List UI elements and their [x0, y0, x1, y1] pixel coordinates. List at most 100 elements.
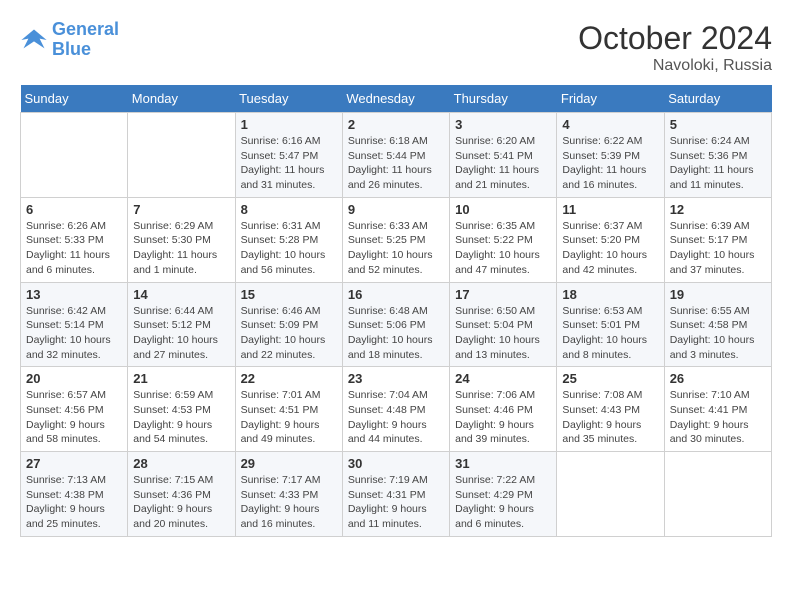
calendar-cell: 11Sunrise: 6:37 AM Sunset: 5:20 PM Dayli…: [557, 197, 664, 282]
day-info: Sunrise: 7:01 AM Sunset: 4:51 PM Dayligh…: [241, 388, 337, 447]
calendar-table: SundayMondayTuesdayWednesdayThursdayFrid…: [20, 85, 772, 537]
day-header-saturday: Saturday: [664, 85, 771, 113]
day-info: Sunrise: 6:50 AM Sunset: 5:04 PM Dayligh…: [455, 304, 551, 363]
day-info: Sunrise: 7:19 AM Sunset: 4:31 PM Dayligh…: [348, 473, 444, 532]
calendar-cell: 23 Sunrise: 7:04 AM Sunset: 4:48 PM Dayli…: [342, 367, 449, 452]
calendar-week-2: 6 Sunrise: 6:26 AM Sunset: 5:33 PM Daylig…: [21, 197, 772, 282]
day-number: 4: [562, 117, 658, 132]
day-number: 2: [348, 117, 444, 132]
logo-line1: General: [52, 19, 119, 39]
day-info: Sunrise: 6:44 AM Sunset: 5:12 PM Dayligh…: [133, 304, 229, 363]
day-number: 19: [670, 287, 766, 302]
logo-bird-icon: [20, 26, 48, 54]
day-header-wednesday: Wednesday: [342, 85, 449, 113]
day-info: Sunrise: 6:37 AM Sunset: 5:20 PM Dayligh…: [562, 219, 658, 278]
calendar-cell: 7Sunrise: 6:29 AM Sunset: 5:30 PM Daylig…: [128, 197, 235, 282]
day-number: 15: [241, 287, 337, 302]
calendar-cell: 28 Sunrise: 7:15 AM Sunset: 4:36 PM Dayli…: [128, 452, 235, 537]
title-block: October 2024 Navoloki, Russia: [578, 20, 772, 75]
day-info: Sunrise: 6:18 AM Sunset: 5:44 PM Dayligh…: [348, 134, 444, 193]
calendar-cell: 5Sunrise: 6:24 AM Sunset: 5:36 PM Daylig…: [664, 113, 771, 198]
day-number: 13: [26, 287, 122, 302]
day-number: 25: [562, 371, 658, 386]
day-number: 30: [348, 456, 444, 471]
location: Navoloki, Russia: [578, 57, 772, 75]
day-number: 5: [670, 117, 766, 132]
day-number: 31: [455, 456, 551, 471]
day-info: Sunrise: 6:48 AM Sunset: 5:06 PM Dayligh…: [348, 304, 444, 363]
logo: General Blue: [20, 20, 119, 60]
calendar-cell: [557, 452, 664, 537]
logo-line2: Blue: [52, 39, 91, 59]
day-number: 17: [455, 287, 551, 302]
calendar-cell: 12 Sunrise: 6:39 AM Sunset: 5:17 PM Dayli…: [664, 197, 771, 282]
day-info: Sunrise: 6:20 AM Sunset: 5:41 PM Dayligh…: [455, 134, 551, 193]
day-number: 20: [26, 371, 122, 386]
calendar-cell: 17 Sunrise: 6:50 AM Sunset: 5:04 PM Dayli…: [450, 282, 557, 367]
day-info: Sunrise: 6:35 AM Sunset: 5:22 PM Dayligh…: [455, 219, 551, 278]
day-info: Sunrise: 6:46 AM Sunset: 5:09 PM Dayligh…: [241, 304, 337, 363]
calendar-cell: 6 Sunrise: 6:26 AM Sunset: 5:33 PM Daylig…: [21, 197, 128, 282]
calendar-cell: 4 Sunrise: 6:22 AM Sunset: 5:39 PM Daylig…: [557, 113, 664, 198]
day-header-sunday: Sunday: [21, 85, 128, 113]
calendar-cell: 3Sunrise: 6:20 AM Sunset: 5:41 PM Daylig…: [450, 113, 557, 198]
day-number: 16: [348, 287, 444, 302]
day-number: 14: [133, 287, 229, 302]
calendar-cell: 2 Sunrise: 6:18 AM Sunset: 5:44 PM Daylig…: [342, 113, 449, 198]
day-number: 10: [455, 202, 551, 217]
day-info: Sunrise: 7:04 AM Sunset: 4:48 PM Dayligh…: [348, 388, 444, 447]
calendar-week-1: 1Sunrise: 6:16 AM Sunset: 5:47 PM Daylig…: [21, 113, 772, 198]
calendar-week-5: 27 Sunrise: 7:13 AM Sunset: 4:38 PM Dayli…: [21, 452, 772, 537]
calendar-cell: 26Sunrise: 7:10 AM Sunset: 4:41 PM Dayli…: [664, 367, 771, 452]
day-header-tuesday: Tuesday: [235, 85, 342, 113]
day-number: 6: [26, 202, 122, 217]
day-info: Sunrise: 6:26 AM Sunset: 5:33 PM Dayligh…: [26, 219, 122, 278]
logo-text: General Blue: [52, 20, 119, 60]
calendar-cell: 9Sunrise: 6:33 AM Sunset: 5:25 PM Daylig…: [342, 197, 449, 282]
month-title: October 2024: [578, 20, 772, 57]
day-number: 22: [241, 371, 337, 386]
calendar-cell: 13Sunrise: 6:42 AM Sunset: 5:14 PM Dayli…: [21, 282, 128, 367]
day-info: Sunrise: 7:15 AM Sunset: 4:36 PM Dayligh…: [133, 473, 229, 532]
day-number: 12: [670, 202, 766, 217]
calendar-cell: [128, 113, 235, 198]
calendar-cell: 27 Sunrise: 7:13 AM Sunset: 4:38 PM Dayli…: [21, 452, 128, 537]
calendar-cell: 1Sunrise: 6:16 AM Sunset: 5:47 PM Daylig…: [235, 113, 342, 198]
day-info: Sunrise: 7:06 AM Sunset: 4:46 PM Dayligh…: [455, 388, 551, 447]
day-header-thursday: Thursday: [450, 85, 557, 113]
day-info: Sunrise: 6:31 AM Sunset: 5:28 PM Dayligh…: [241, 219, 337, 278]
day-info: Sunrise: 6:53 AM Sunset: 5:01 PM Dayligh…: [562, 304, 658, 363]
day-info: Sunrise: 6:33 AM Sunset: 5:25 PM Dayligh…: [348, 219, 444, 278]
day-info: Sunrise: 7:13 AM Sunset: 4:38 PM Dayligh…: [26, 473, 122, 532]
calendar-cell: 16 Sunrise: 6:48 AM Sunset: 5:06 PM Dayli…: [342, 282, 449, 367]
calendar-cell: 30 Sunrise: 7:19 AM Sunset: 4:31 PM Dayli…: [342, 452, 449, 537]
day-number: 27: [26, 456, 122, 471]
day-number: 21: [133, 371, 229, 386]
calendar-week-4: 20 Sunrise: 6:57 AM Sunset: 4:56 PM Dayli…: [21, 367, 772, 452]
calendar-cell: 22 Sunrise: 7:01 AM Sunset: 4:51 PM Dayli…: [235, 367, 342, 452]
calendar-cell: 10 Sunrise: 6:35 AM Sunset: 5:22 PM Dayli…: [450, 197, 557, 282]
day-info: Sunrise: 6:59 AM Sunset: 4:53 PM Dayligh…: [133, 388, 229, 447]
day-number: 24: [455, 371, 551, 386]
calendar-cell: 15 Sunrise: 6:46 AM Sunset: 5:09 PM Dayli…: [235, 282, 342, 367]
calendar-cell: [664, 452, 771, 537]
day-info: Sunrise: 6:55 AM Sunset: 4:58 PM Dayligh…: [670, 304, 766, 363]
calendar-cell: 31Sunrise: 7:22 AM Sunset: 4:29 PM Dayli…: [450, 452, 557, 537]
calendar-cell: 14 Sunrise: 6:44 AM Sunset: 5:12 PM Dayli…: [128, 282, 235, 367]
day-info: Sunrise: 6:22 AM Sunset: 5:39 PM Dayligh…: [562, 134, 658, 193]
calendar-cell: 25 Sunrise: 7:08 AM Sunset: 4:43 PM Dayli…: [557, 367, 664, 452]
day-info: Sunrise: 7:10 AM Sunset: 4:41 PM Dayligh…: [670, 388, 766, 447]
calendar-week-3: 13Sunrise: 6:42 AM Sunset: 5:14 PM Dayli…: [21, 282, 772, 367]
day-header-monday: Monday: [128, 85, 235, 113]
day-number: 23: [348, 371, 444, 386]
day-number: 1: [241, 117, 337, 132]
day-info: Sunrise: 6:39 AM Sunset: 5:17 PM Dayligh…: [670, 219, 766, 278]
day-info: Sunrise: 6:57 AM Sunset: 4:56 PM Dayligh…: [26, 388, 122, 447]
calendar-header-row: SundayMondayTuesdayWednesdayThursdayFrid…: [21, 85, 772, 113]
day-info: Sunrise: 7:08 AM Sunset: 4:43 PM Dayligh…: [562, 388, 658, 447]
calendar-cell: 21 Sunrise: 6:59 AM Sunset: 4:53 PM Dayli…: [128, 367, 235, 452]
calendar-body: 1Sunrise: 6:16 AM Sunset: 5:47 PM Daylig…: [21, 113, 772, 537]
day-number: 28: [133, 456, 229, 471]
day-number: 18: [562, 287, 658, 302]
calendar-cell: 20 Sunrise: 6:57 AM Sunset: 4:56 PM Dayli…: [21, 367, 128, 452]
